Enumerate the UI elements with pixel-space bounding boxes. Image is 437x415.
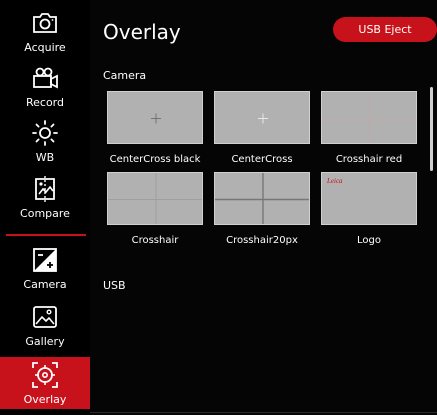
compare-icon bbox=[35, 176, 55, 202]
sidebar-item-label: WB bbox=[35, 151, 55, 164]
main-panel: Overlay USB Eject Camera CenterCross bla… bbox=[90, 0, 437, 415]
sidebar-item-overlay[interactable]: Overlay bbox=[0, 357, 90, 409]
center-cross-black-icon bbox=[151, 113, 161, 124]
exposure-icon bbox=[33, 248, 57, 272]
section-label-usb: USB bbox=[103, 279, 126, 292]
sidebar-divider bbox=[6, 234, 86, 236]
overlay-thumbnail bbox=[214, 172, 310, 225]
overlay-tile-centercross[interactable]: CenterCross bbox=[214, 91, 310, 165]
crosshair-icon bbox=[108, 173, 202, 224]
sidebar-item-wb[interactable]: WB bbox=[0, 118, 90, 164]
overlay-label: Crosshair bbox=[131, 235, 179, 246]
overlay-thumbnail: Leica bbox=[321, 172, 417, 225]
image-icon bbox=[33, 306, 57, 328]
page-title: Overlay bbox=[103, 20, 181, 44]
video-camera-icon bbox=[33, 67, 58, 89]
crosshair-red-icon bbox=[322, 92, 416, 143]
sidebar-item-camera[interactable]: Camera bbox=[0, 245, 90, 293]
section-label-camera: Camera bbox=[103, 69, 147, 82]
sun-icon bbox=[32, 120, 58, 146]
overlay-label: CenterCross bbox=[231, 154, 293, 165]
sidebar-item-label: Camera bbox=[23, 278, 67, 291]
target-icon bbox=[32, 362, 58, 388]
sidebar-item-label: Overlay bbox=[23, 393, 67, 406]
overlay-label: Crosshair20px bbox=[226, 235, 298, 246]
sidebar-item-gallery[interactable]: Gallery bbox=[0, 302, 90, 350]
crosshair-20px-icon bbox=[215, 173, 309, 224]
sidebar-item-label: Record bbox=[25, 96, 64, 109]
logo-icon: Leica bbox=[326, 177, 343, 185]
overlay-label: Crosshair red bbox=[335, 154, 403, 165]
usb-eject-button[interactable]: USB Eject bbox=[333, 17, 437, 42]
overlay-tile-crosshair-red[interactable]: Crosshair red bbox=[321, 91, 417, 165]
overlay-tile-crosshair20px[interactable]: Crosshair20px bbox=[214, 172, 310, 246]
overlay-label: CenterCross black bbox=[109, 154, 201, 165]
sidebar: Acquire Record WB Compare Camera Gallery… bbox=[0, 0, 90, 415]
overlay-thumbnail bbox=[107, 172, 203, 225]
sidebar-item-label: Gallery bbox=[25, 335, 65, 348]
overlay-thumbnail bbox=[214, 91, 310, 144]
overlay-thumbnail bbox=[107, 91, 203, 144]
sidebar-item-acquire[interactable]: Acquire bbox=[0, 8, 90, 54]
sidebar-item-compare[interactable]: Compare bbox=[0, 174, 90, 226]
overlay-tile-crosshair[interactable]: Crosshair bbox=[107, 172, 203, 246]
bottom-divider bbox=[90, 412, 437, 413]
camera-icon bbox=[33, 13, 57, 33]
logo-text: Leica bbox=[326, 177, 343, 185]
scrollbar[interactable] bbox=[430, 87, 433, 171]
center-cross-icon bbox=[258, 113, 268, 124]
sidebar-item-label: Compare bbox=[20, 207, 70, 220]
sidebar-item-record[interactable]: Record bbox=[0, 63, 90, 109]
overlay-thumbnail bbox=[321, 91, 417, 144]
overlay-tile-centercross-black[interactable]: CenterCross black bbox=[107, 91, 203, 165]
overlay-tile-logo[interactable]: Leica Logo bbox=[321, 172, 417, 246]
sidebar-item-label: Acquire bbox=[24, 41, 66, 54]
overlay-label: Logo bbox=[357, 235, 381, 246]
